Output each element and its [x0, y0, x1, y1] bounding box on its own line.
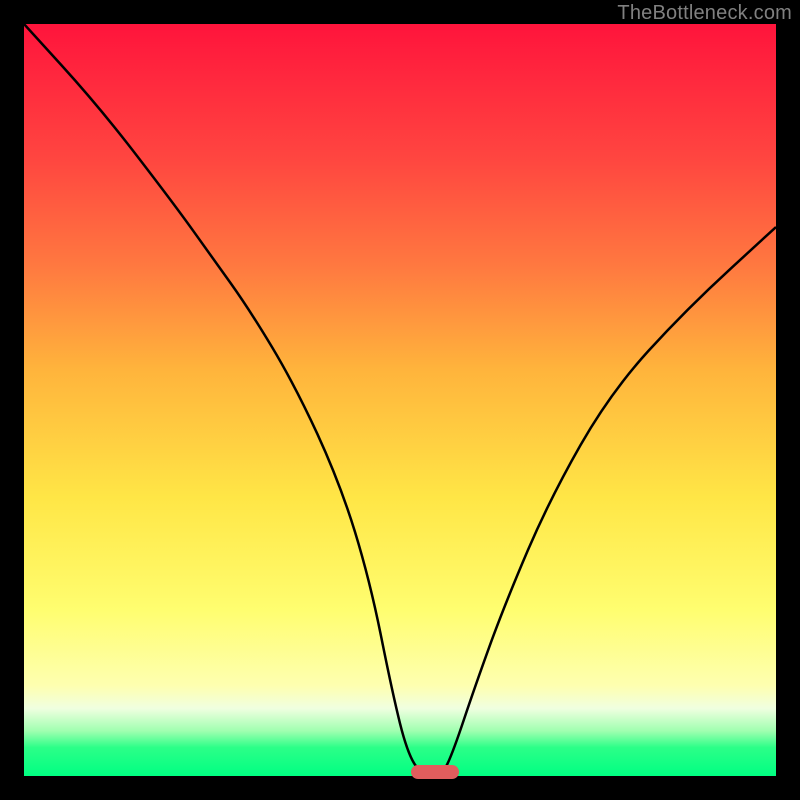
chart-plot-area [24, 24, 776, 776]
curve-path [24, 24, 776, 776]
bottleneck-curve [24, 24, 776, 776]
watermark-text: TheBottleneck.com [617, 2, 792, 25]
optimal-point-marker [411, 765, 459, 779]
